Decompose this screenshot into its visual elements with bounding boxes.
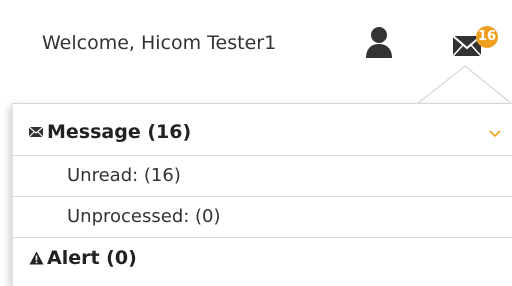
message-section-label: Message (16)	[47, 121, 192, 143]
top-bar: Welcome, Hicom Tester1 16	[0, 0, 512, 104]
warning-icon	[29, 251, 44, 265]
chevron-down-icon[interactable]	[489, 130, 501, 138]
unread-label: Unread: (16)	[67, 165, 181, 186]
unread-messages-item[interactable]: Unread: (16)	[13, 156, 512, 197]
alert-section-label: Alert (0)	[47, 247, 137, 269]
message-count-badge: 16	[476, 26, 498, 48]
unprocessed-label: Unprocessed: (0)	[67, 206, 221, 227]
user-profile-button[interactable]	[364, 25, 394, 59]
user-icon	[366, 27, 392, 58]
welcome-text: Welcome, Hicom Tester1	[42, 32, 277, 54]
alert-section-header[interactable]: Alert (0)	[13, 238, 512, 280]
dropdown-caret	[417, 65, 512, 104]
unprocessed-messages-item[interactable]: Unprocessed: (0)	[13, 197, 512, 238]
envelope-small-icon	[29, 126, 43, 138]
notifications-dropdown: Message (16) Unread: (16) Unprocessed: (…	[12, 103, 512, 286]
messages-button[interactable]: 16	[446, 26, 506, 66]
message-section-header[interactable]: Message (16)	[13, 112, 512, 156]
